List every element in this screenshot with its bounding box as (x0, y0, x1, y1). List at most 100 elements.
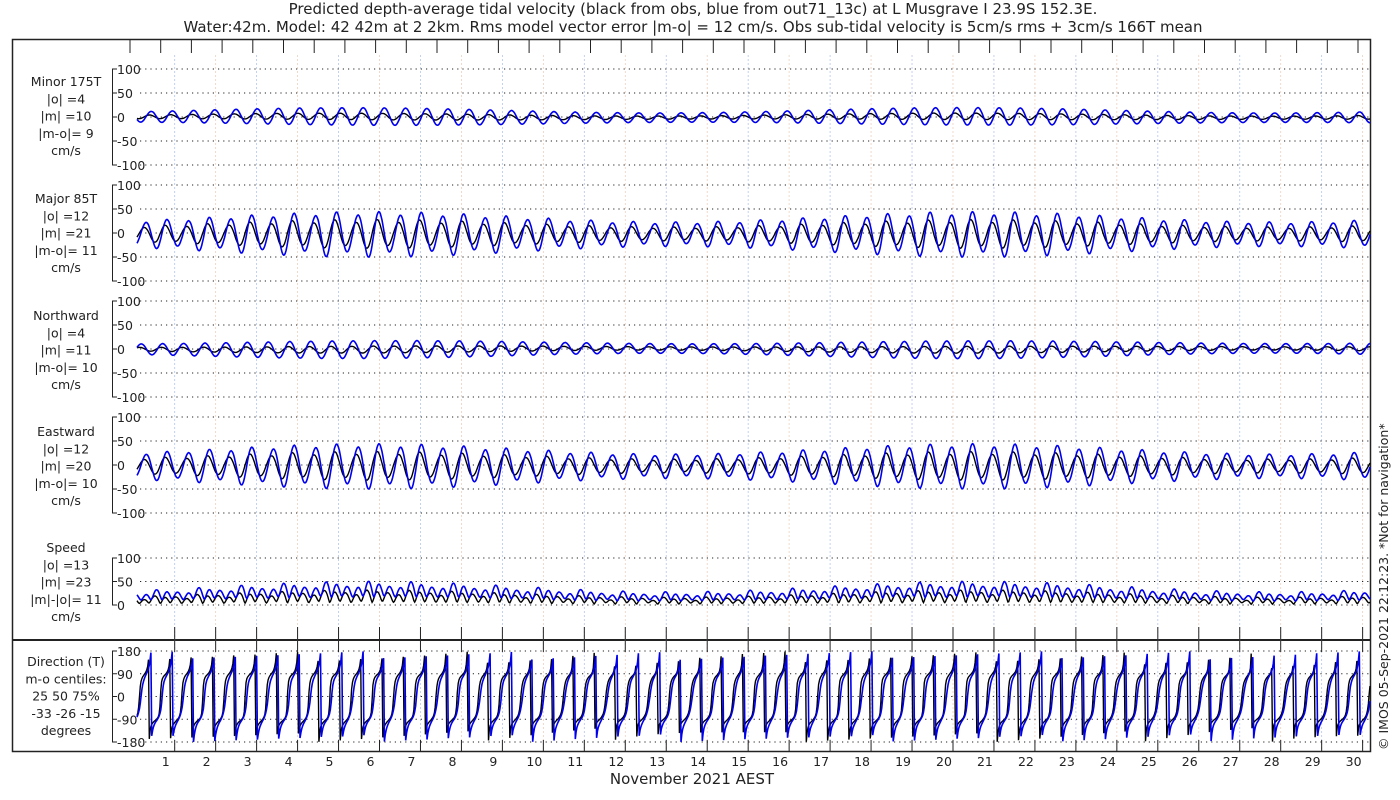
x-axis-label: November 2021 AEST (610, 770, 775, 788)
x-tick-label: 15 (731, 754, 747, 769)
outer-frame (11, 38, 1372, 753)
panel-direction: Direction (T) m-o centiles: 25 50 75% -33 -… (25, 644, 1371, 750)
x-tick-label: 13 (649, 754, 665, 769)
panel-north: Northward |o| =4 |m| =11 |m-o|= 10 cm/s 100 50… (33, 294, 1371, 405)
x-tick-label: 3 (244, 754, 252, 769)
y-tick-label: 100 (117, 410, 141, 425)
y-tick-label: -100 (117, 390, 145, 405)
chart-title-line2: Water:42m. Model: 42 42m at 2 2km. Rms m… (183, 18, 1202, 36)
x-tick-label: 16 (772, 754, 788, 769)
y-tick-label: 90 (117, 667, 133, 682)
x-tick-label: 24 (1100, 754, 1116, 769)
x-tick-label: 7 (407, 754, 415, 769)
x-tick-label: 2 (203, 754, 211, 769)
x-tick-label: 21 (977, 754, 993, 769)
series-model-speed (136, 580, 1371, 603)
x-tick-label: 1 (162, 754, 170, 769)
x-tick-label: 12 (608, 754, 624, 769)
x-tick-label: 8 (448, 754, 456, 769)
y-tick-label: 0 (117, 598, 125, 613)
series-model-minor (136, 106, 1371, 127)
panel-label-line: cm/s (51, 493, 81, 508)
credit-text: © IMOS 05-Sep-2021 22:12:23. *Not for na… (1376, 423, 1391, 750)
x-tick-label: 19 (895, 754, 911, 769)
panel-minor: Minor 175T |o| =4 |m| =10 |m-o|= 9 cm/s 100 50… (31, 62, 1371, 173)
panel-label-line: |m| =11 (41, 343, 92, 358)
y-tick-label: -50 (117, 366, 137, 381)
x-tick-label: 28 (1264, 754, 1280, 769)
panel-label-line: |m-o|= 10 (34, 476, 97, 491)
y-tick-label: 0 (117, 226, 125, 241)
y-tick-label: 50 (117, 202, 133, 217)
x-tick-label: 30 (1346, 754, 1362, 769)
panel-label-line: |m| =23 (41, 575, 92, 590)
y-tick-label: -90 (117, 712, 137, 727)
y-tick-label: 100 (117, 178, 141, 193)
panel-label-line: cm/s (51, 260, 81, 275)
day-grid (174, 55, 1364, 750)
panel-label-line: degrees (41, 723, 91, 738)
x-tick-label: 20 (936, 754, 952, 769)
panel-label-line: Northward (33, 308, 99, 323)
panel-label-line: cm/s (51, 609, 81, 624)
y-tick-label: -50 (117, 482, 137, 497)
y-tick-label: -100 (117, 506, 145, 521)
y-tick-label: -50 (117, 134, 137, 149)
y-tick-label: 0 (117, 690, 125, 705)
x-tick-label: 18 (854, 754, 870, 769)
y-tick-label: 50 (117, 434, 133, 449)
y-tick-label: 100 (117, 62, 141, 77)
y-tick-label: -50 (117, 250, 137, 265)
panel-label-line: -33 -26 -15 (31, 706, 100, 721)
panel-label-line: |m-o|= 11 (34, 243, 97, 258)
x-tick-label: 5 (326, 754, 334, 769)
chart-title-line1: Predicted depth-average tidal velocity (… (289, 0, 1098, 19)
panel-label-line: m-o centiles: (25, 671, 106, 686)
panel-east: Eastward |o| =12 |m| =20 |m-o|= 10 cm/s 100 50… (34, 410, 1371, 521)
panel-label-line: |m| =20 (41, 459, 92, 474)
x-tick-label: 4 (285, 754, 293, 769)
panel-label-line: |o| =12 (43, 441, 89, 456)
x-tick-label: 6 (367, 754, 375, 769)
panel-major: Major 85T |o| =12 |m| =21 |m-o|= 11 cm/s 100 5… (34, 178, 1371, 289)
panel-label-line: Major 85T (35, 191, 98, 206)
y-tick-label: 180 (117, 644, 141, 659)
panels: Minor 175T |o| =4 |m| =10 |m-o|= 9 cm/s 100 50… (25, 62, 1371, 750)
x-tick-label: 17 (813, 754, 829, 769)
panel-label-line: |m-o|= 10 (34, 360, 97, 375)
y-tick-label: -100 (117, 274, 145, 289)
panel-label-line: |o| =12 (43, 208, 89, 223)
panel-label-line: 25 50 75% (32, 689, 100, 704)
x-tick-label: 22 (1018, 754, 1034, 769)
x-tick-label: 11 (567, 754, 583, 769)
y-tick-label: 50 (117, 575, 133, 590)
x-tick-label: 10 (526, 754, 542, 769)
panel-label-line: |m-o|= 9 (38, 126, 93, 141)
y-tick-label: 50 (117, 318, 133, 333)
x-axis-ticks: 1 2 3 4 5 6 7 8 9 10 11 12 13 14 15 16 17 18 19 20 21 22 23 24 2… (129, 40, 1364, 769)
y-tick-label: 0 (117, 110, 125, 125)
y-tick-label: 0 (117, 342, 125, 357)
y-tick-label: 100 (117, 551, 141, 566)
panel-label-line: Speed (46, 540, 85, 555)
y-tick-label: 100 (117, 294, 141, 309)
panel-label-line: Eastward (37, 424, 95, 439)
panel-label-line: Direction (T) (27, 654, 105, 669)
x-tick-label: 23 (1059, 754, 1075, 769)
panel-label-line: |o| =13 (43, 557, 89, 572)
panel-label-line: |o| =4 (47, 91, 86, 106)
x-tick-label: 27 (1223, 754, 1239, 769)
y-tick-label: 0 (117, 458, 125, 473)
tidal-velocity-chart: Predicted depth-average tidal velocity (… (11, 0, 1391, 788)
y-tick-label: -180 (117, 735, 145, 750)
panel-speed: Speed |o| =13 |m| =23 |m|-|o|= 11 cm/s 100 50 0 (30, 540, 1371, 624)
panel-label-line: Minor 175T (31, 74, 102, 89)
y-tick-label: 50 (117, 86, 133, 101)
panel-label-line: |o| =4 (47, 325, 86, 340)
panel-label-line: |m| =21 (41, 226, 92, 241)
x-tick-label: 25 (1141, 754, 1157, 769)
panel-label-line: |m| =10 (41, 109, 92, 124)
x-tick-label: 14 (690, 754, 706, 769)
x-tick-label: 26 (1182, 754, 1198, 769)
x-tick-label: 29 (1305, 754, 1321, 769)
